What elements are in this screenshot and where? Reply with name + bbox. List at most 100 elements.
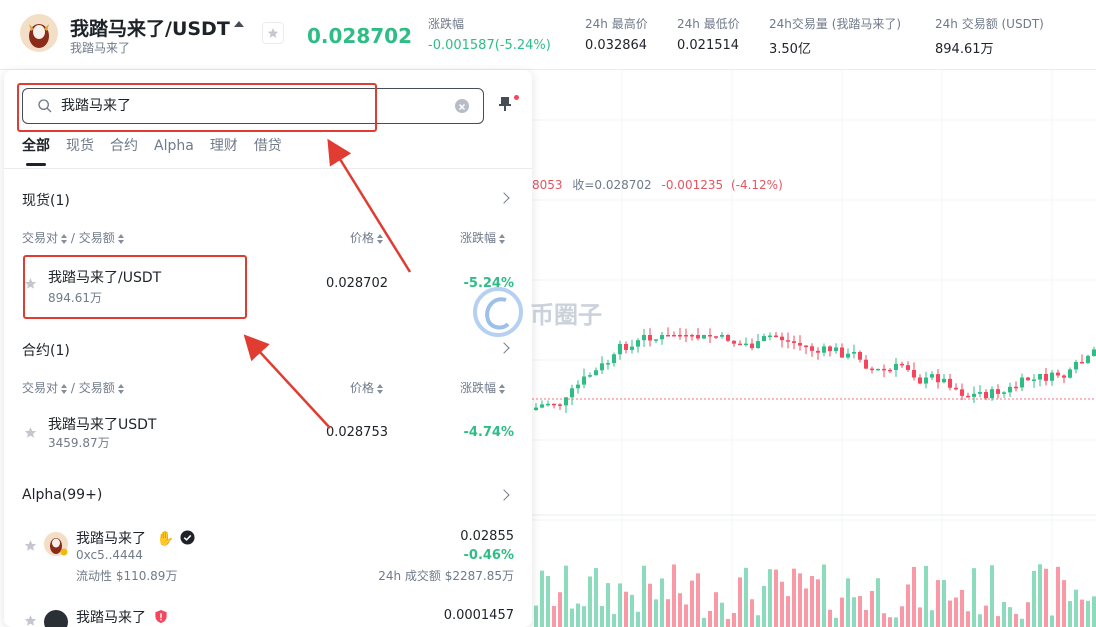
pair-dropdown-caret-icon[interactable] [234,21,244,27]
spot-section-title[interactable]: 现货(1) [22,190,70,210]
candle-body [1026,377,1030,381]
star-icon[interactable] [24,426,37,439]
volume-bar [942,580,946,627]
candle-body [960,389,964,396]
volume-bar [564,565,568,627]
volume-bar [1050,615,1054,627]
candle-body [714,336,718,338]
candle-body [684,335,688,337]
alpha-price: 0.0001457 [443,608,514,623]
volume-bar [954,597,958,627]
alpha-section-title[interactable]: Alpha(99+) [22,487,102,503]
chart-info-partial: 8053 [532,178,563,192]
candle-body [690,335,694,337]
candle-body [600,363,604,371]
tab-earn[interactable]: 理财 [210,136,238,166]
volume-bar [870,590,874,627]
col-change[interactable]: 涨跌幅 [460,229,506,246]
volume-bar [1032,570,1036,627]
stat-volume: 24h交易量 (我踏马来了) 3.50亿 [769,15,901,57]
futures-chevron-right-icon[interactable] [498,342,510,354]
tab-all[interactable]: 全部 [22,136,50,166]
stat-label: 24h 最低价 [677,17,740,31]
candle-body [984,392,988,399]
clear-icon[interactable] [455,99,469,113]
volume-bar [654,599,658,627]
alpha-name-text: 我踏马来了 [76,610,146,626]
alpha-price: 0.02855 [460,529,514,544]
alpha-chevron-right-icon[interactable] [498,489,510,501]
kline-chart[interactable] [532,70,1096,627]
col-price[interactable]: 价格 [350,379,384,396]
search-input[interactable] [61,97,441,113]
search-box[interactable] [22,88,484,124]
pin-icon[interactable] [498,96,512,112]
volume-bar [534,605,538,627]
stat-value: 0.032864 [585,38,648,53]
col-pair-label: 交易对 [22,231,59,245]
candle-body [870,368,874,371]
row-price: 0.028702 [325,276,388,291]
tab-loan[interactable]: 借贷 [254,136,282,166]
col-price[interactable]: 价格 [350,229,384,246]
pair-title[interactable]: 我踏马来了/USDT [70,14,230,41]
star-icon[interactable] [24,277,37,290]
volume-bar [732,613,736,627]
candle-body [738,343,742,346]
warning-shield-icon [155,609,168,624]
tab-alpha[interactable]: Alpha [154,136,194,166]
candle-body [786,340,790,342]
favorite-button[interactable] [262,22,284,44]
volume-bar [822,564,826,627]
spot-chevron-right-icon[interactable] [498,192,510,204]
candle-body [588,375,592,377]
volume-bar [570,608,574,627]
chart-ohlc-info: 8053 收=0.028702 -0.001235 (-4.12%) [532,176,783,193]
candle-body [1044,374,1048,381]
row-change: -4.74% [463,425,515,440]
candle-body [612,354,616,364]
candlestick-chart[interactable] [532,70,1096,627]
futures-section-title[interactable]: 合约(1) [22,340,70,360]
candle-body [708,335,712,337]
candle-body [978,392,982,394]
sort-icon [61,383,68,394]
volume-bar [1044,568,1048,627]
chart-close-label: 收=0.028702 [572,178,652,192]
col-change[interactable]: 涨跌幅 [460,379,506,396]
tab-spot[interactable]: 现货 [66,136,94,166]
alpha-token-name: 我踏马来了 ✋ [76,528,195,548]
hand-wave-icon: ✋ [156,531,174,547]
volume-bar [1026,602,1030,627]
volume-bar [636,611,640,627]
mascot-icon [20,14,58,52]
candle-body [900,363,904,366]
volume-bar [768,569,772,627]
volume-bar [1014,613,1018,627]
candle-body [918,377,922,384]
volume-bar [924,565,928,627]
volume-bar [1086,600,1090,627]
volume-bar [990,565,994,627]
tab-futures[interactable]: 合约 [110,136,138,166]
candle-body [732,340,736,344]
alpha-token-liquidity: 流动性 $110.89万 [76,569,178,583]
candle-body [1050,372,1054,381]
stat-high: 24h 最高价 0.032864 [585,15,648,53]
col-pair-volume[interactable]: 交易对 / 交易额 [22,229,124,246]
candle-body [792,341,796,343]
volume-bar [1002,602,1006,627]
star-icon[interactable] [24,539,37,552]
col-pair-volume[interactable]: 交易对 / 交易额 [22,379,124,396]
volume-bar [804,588,808,627]
stat-turnover: 24h 交易额 (USDT) 894.61万 [935,15,1044,57]
star-icon[interactable] [24,614,37,627]
candle-body [672,335,676,337]
row-volume: 3459.87万 [48,436,110,450]
col-change-label: 涨跌幅 [460,381,497,395]
volume-bar [828,609,832,627]
candle-body [720,335,724,337]
volume-bar [588,576,592,627]
volume-bar [972,568,976,627]
volume-bar [996,616,1000,627]
